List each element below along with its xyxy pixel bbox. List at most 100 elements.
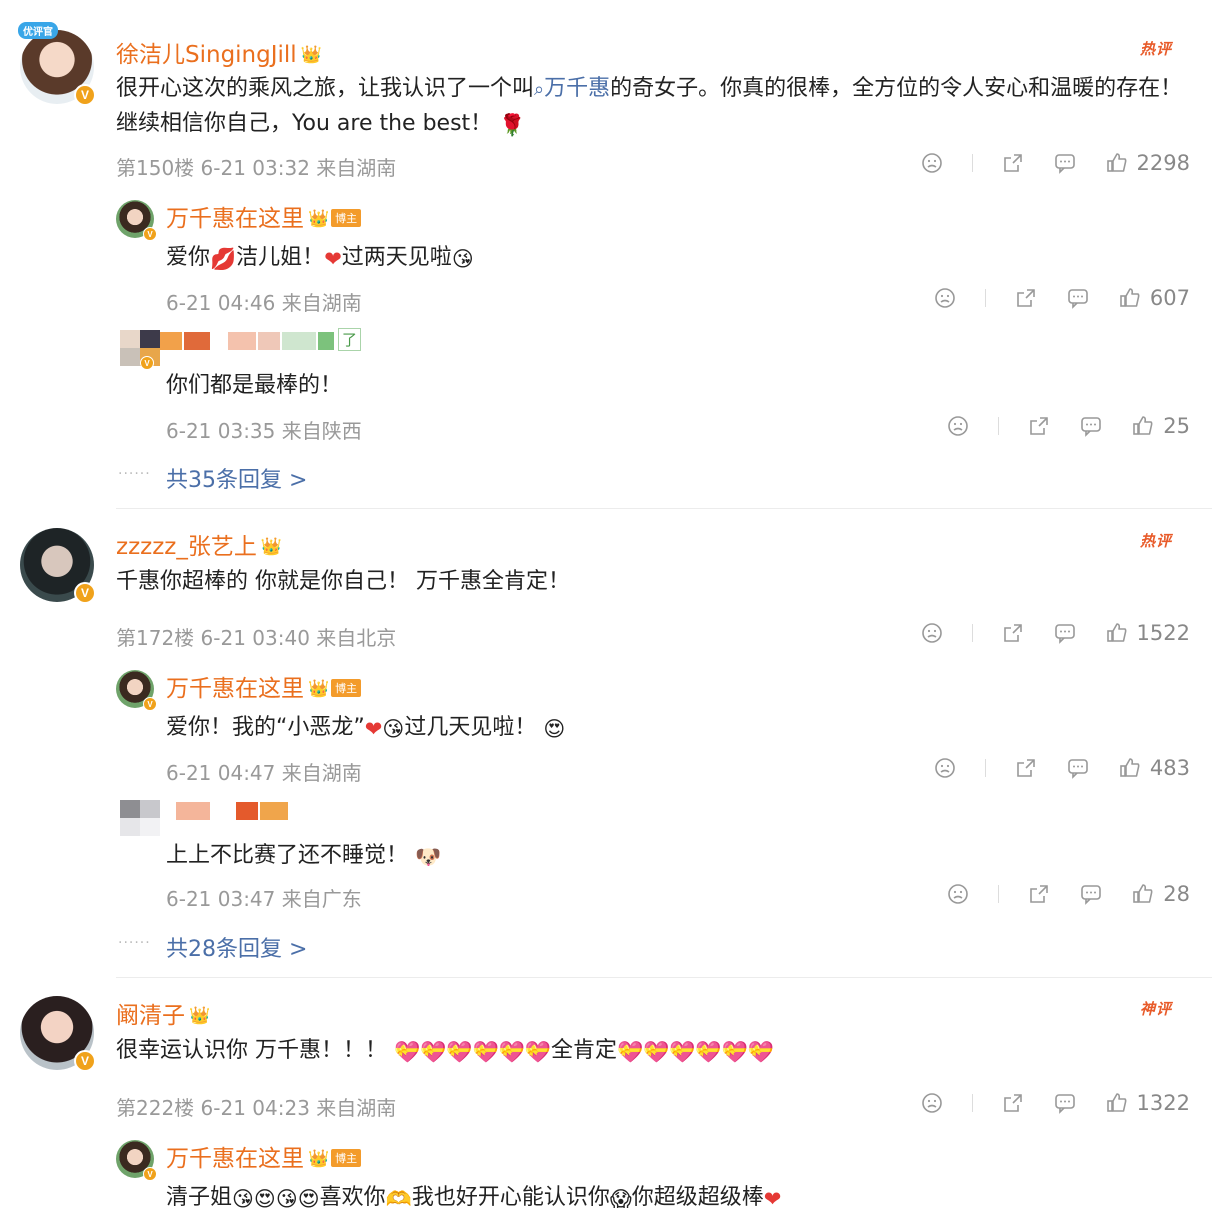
avatar[interactable]: V: [116, 1140, 157, 1181]
hot-comment-label: 热评: [1139, 532, 1172, 550]
divider: [971, 1094, 973, 1112]
comment-icon[interactable]: [1066, 756, 1090, 780]
pixelated-avatar[interactable]: V: [120, 330, 160, 370]
share-icon[interactable]: [1027, 414, 1051, 438]
share-icon[interactable]: [1001, 621, 1025, 645]
view-more-replies-link[interactable]: 共28条回复 >: [166, 931, 307, 963]
crown-icon: 👑: [189, 1006, 211, 1026]
reply-meta: 6-21 04:46 来自湖南: [166, 291, 362, 315]
share-icon[interactable]: [1001, 151, 1025, 175]
divider: [984, 759, 986, 777]
comment-icon[interactable]: [1079, 414, 1103, 438]
dislike-icon[interactable]: [946, 414, 970, 438]
comment-text-part: 很开心这次的乘风之旅，让我认识了一个叫: [116, 76, 535, 101]
heart-emoji: 💝: [643, 1040, 670, 1064]
search-icon: ⌕: [534, 79, 545, 100]
pixelated-username[interactable]: 了: [160, 328, 362, 351]
heart-emoji: 💝: [498, 1040, 525, 1064]
like-icon[interactable]: [1105, 151, 1129, 175]
crown-icon: 👑: [308, 679, 330, 699]
username-link[interactable]: 万千惠在这里: [166, 1146, 304, 1172]
dislike-icon[interactable]: [920, 621, 944, 645]
username-link[interactable]: 阚清子: [116, 1003, 185, 1029]
divider: [998, 417, 1000, 435]
comment-username[interactable]: 阚清子 👑: [116, 996, 210, 1030]
comment-meta: 第172楼 6-21 03:40 来自北京: [116, 626, 397, 650]
comment-text: 千惠你超棒的 你就是你自己！ 万千惠全肯定！: [116, 569, 570, 594]
comment-actions: 1522: [892, 621, 1190, 645]
dotted-separator: ······: [118, 935, 151, 951]
comment-icon[interactable]: [1066, 286, 1090, 310]
comment-icon[interactable]: [1053, 621, 1077, 645]
pixelated-username[interactable]: [176, 802, 296, 820]
rose-emoji: 🌹: [499, 113, 526, 137]
username-link[interactable]: 万千惠在这里: [166, 676, 304, 702]
dislike-icon[interactable]: [920, 151, 944, 175]
hot-comment-label: 热评: [1139, 40, 1172, 58]
comment-username[interactable]: 徐洁儿SingingJill 👑: [116, 35, 322, 69]
divider: [116, 977, 1212, 978]
avatar[interactable]: V: [20, 528, 96, 604]
like-icon[interactable]: [1118, 756, 1142, 780]
avatar[interactable]: V: [20, 996, 96, 1072]
share-icon[interactable]: [1027, 882, 1051, 906]
comment-text: 很开心这次的乘风之旅，让我认识了一个叫⌕万千惠的奇女子。你真的很棒，全方位的令人…: [116, 72, 1186, 142]
reply-text: 爱你💋洁儿姐！❤过两天见啦😘: [166, 239, 474, 272]
reply-username[interactable]: 万千惠在这里 👑 博主: [166, 1139, 362, 1173]
reply-text-part: 你超级超级棒: [631, 1185, 764, 1210]
username-link[interactable]: zzzzz_张艺上: [116, 534, 257, 560]
divider: [116, 508, 1212, 509]
reply-username[interactable]: 万千惠在这里 👑 博主: [166, 199, 362, 233]
crown-icon: 👑: [308, 209, 330, 229]
crown-icon: 👑: [300, 45, 322, 65]
heart-emoji: 💝: [747, 1040, 774, 1064]
kiss-face-emoji: 😘: [382, 717, 405, 741]
comment-icon[interactable]: [1053, 151, 1077, 175]
dislike-icon[interactable]: [920, 1091, 944, 1115]
username-link[interactable]: 徐洁儿SingingJill: [116, 42, 297, 68]
view-more-replies-link[interactable]: 共35条回复 >: [166, 462, 307, 494]
topic-link[interactable]: ⌕万千惠: [534, 76, 610, 101]
share-icon[interactable]: [1001, 1091, 1025, 1115]
reply-text: 爱你！我的“小恶龙”❤😘过几天见啦！ 😍: [166, 709, 565, 741]
like-icon[interactable]: [1131, 414, 1155, 438]
heart-emoji: 💝: [394, 1040, 421, 1064]
dotted-separator: ······: [118, 466, 151, 482]
reply-text-part: 清子姐: [166, 1185, 233, 1210]
dislike-icon[interactable]: [933, 756, 957, 780]
like-count: 25: [1163, 414, 1190, 438]
like-icon[interactable]: [1105, 1091, 1129, 1115]
like-icon[interactable]: [1118, 286, 1142, 310]
avatar[interactable]: V: [116, 200, 157, 241]
avatar[interactable]: V: [116, 670, 157, 711]
share-icon[interactable]: [1014, 756, 1038, 780]
verified-icon: V: [140, 356, 154, 370]
reply-text-part: 我也好开心能认识你: [411, 1185, 610, 1210]
heart-emoji: 💝: [721, 1040, 748, 1064]
pixelated-avatar[interactable]: [120, 800, 160, 836]
like-count: 1322: [1136, 1091, 1190, 1115]
kiss-lips-emoji: 💋: [210, 247, 237, 271]
share-icon[interactable]: [1014, 286, 1038, 310]
heart-emoji: 💝: [524, 1040, 551, 1064]
heart-eyes-emoji: 😍: [543, 717, 566, 741]
comment-actions: 1322: [892, 1091, 1190, 1115]
verified-icon: V: [143, 227, 157, 241]
dislike-icon[interactable]: [946, 882, 970, 906]
verified-icon: V: [143, 1167, 157, 1181]
comment-username[interactable]: zzzzz_张艺上 👑: [116, 527, 282, 561]
author-badge: 博主: [331, 1149, 362, 1167]
comment-meta: 第222楼 6-21 04:23 来自湖南: [116, 1096, 397, 1120]
topic-link-label[interactable]: 万千惠: [544, 76, 610, 101]
comment-icon[interactable]: [1053, 1091, 1077, 1115]
avatar[interactable]: 优评官 V: [18, 22, 96, 106]
reply-meta: 6-21 03:35 来自陕西: [166, 419, 362, 443]
reply-username[interactable]: 万千惠在这里 👑 博主: [166, 669, 362, 703]
username-link[interactable]: 万千惠在这里: [166, 206, 304, 232]
like-icon[interactable]: [1131, 882, 1155, 906]
kiss-face-emoji: 😘: [275, 1187, 298, 1211]
comment-icon[interactable]: [1079, 882, 1103, 906]
god-comment-label: 神评: [1139, 1000, 1172, 1018]
like-icon[interactable]: [1105, 621, 1129, 645]
dislike-icon[interactable]: [933, 286, 957, 310]
